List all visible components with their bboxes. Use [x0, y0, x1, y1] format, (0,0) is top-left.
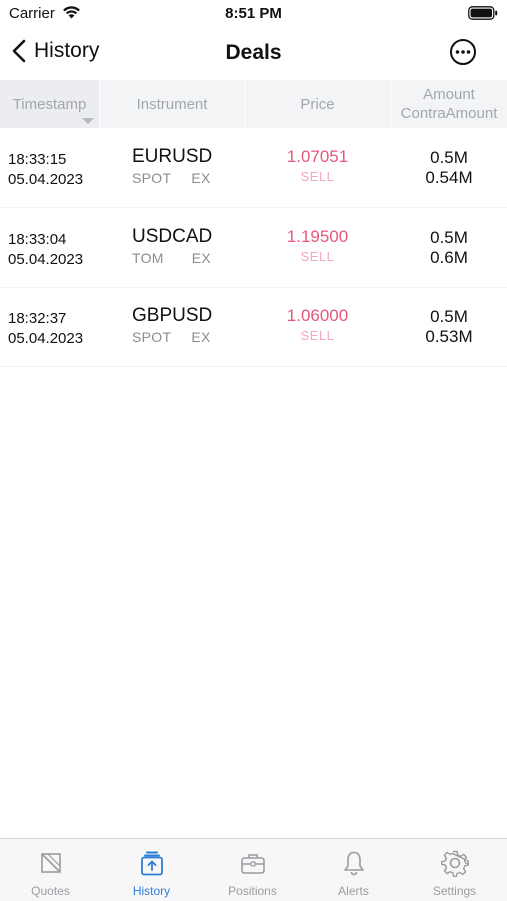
column-header-amount[interactable]: Amount ContraAmount [391, 80, 507, 128]
tab-settings[interactable]: Settings [404, 839, 505, 901]
deal-price: 1.07051 [286, 147, 349, 166]
price-cell: 1.06000 SELL [245, 306, 390, 343]
table-row[interactable]: 18:33:15 05.04.2023 EURUSD SPOT EX 1.0705… [0, 128, 507, 208]
tab-bar: Quotes History Positions Alerts Settings [0, 838, 507, 901]
deal-price: 1.19500 [286, 227, 349, 246]
instrument-venue: EX [191, 170, 211, 186]
price-cell: 1.19500 SELL [245, 227, 390, 264]
table-row[interactable]: 18:33:04 05.04.2023 USDCAD TOM EX 1.19500… [0, 208, 507, 288]
instrument-tenor: TOM [132, 250, 164, 266]
back-button-label: History [34, 39, 100, 62]
gear-icon [440, 850, 469, 877]
price-cell: 1.07051 SELL [245, 147, 390, 184]
column-header-instrument[interactable]: Instrument [100, 80, 244, 128]
tab-alerts-label: Alerts [338, 884, 369, 898]
navigation-bar: History Deals [0, 30, 507, 76]
tab-quotes-label: Quotes [31, 884, 70, 898]
deal-amount: 0.5M [430, 228, 468, 247]
tab-history[interactable]: History [101, 839, 202, 901]
column-header-price[interactable]: Price [245, 80, 390, 128]
instrument-cell: GBPUSD SPOT EX [132, 305, 212, 345]
tab-history-label: History [132, 884, 171, 898]
tab-alerts[interactable]: Alerts [303, 839, 404, 901]
table-row[interactable]: 18:32:37 05.04.2023 GBPUSD SPOT EX 1.0600… [0, 287, 507, 367]
instrument-venue: EX [191, 250, 212, 266]
deal-time: 18:33:15 [8, 151, 67, 168]
amount-cell: 0.5M 0.6M [391, 228, 507, 268]
amount-cell: 0.5M 0.54M [391, 148, 507, 188]
deal-date: 05.04.2023 [8, 251, 84, 268]
deal-side: SELL [300, 328, 335, 343]
status-bar: Carrier 8:51 PM [0, 0, 507, 28]
sort-descending-icon [82, 118, 94, 124]
tab-positions[interactable]: Positions [202, 839, 303, 901]
instrument-cell: USDCAD TOM EX [132, 226, 212, 266]
battery-icon [468, 6, 498, 20]
clock: 8:51 PM [225, 5, 282, 22]
deal-contra-amount: 0.53M [425, 327, 473, 346]
back-button[interactable]: History [12, 39, 99, 63]
instrument-symbol: GBPUSD [132, 305, 213, 326]
column-header-timestamp-label: Timestamp [12, 95, 87, 113]
deal-side: SELL [300, 169, 335, 184]
instrument-symbol: EURUSD [132, 146, 213, 167]
column-header-timestamp[interactable]: Timestamp [0, 80, 99, 128]
timestamp-cell: 18:33:04 05.04.2023 [8, 230, 83, 270]
tab-quotes[interactable]: Quotes [0, 839, 101, 901]
column-header-instrument-label: Instrument [136, 95, 208, 113]
deal-contra-amount: 0.6M [430, 248, 468, 267]
timestamp-cell: 18:33:15 05.04.2023 [8, 150, 83, 190]
column-header-amount-label: Amount [423, 86, 475, 103]
deal-time: 18:33:04 [8, 231, 67, 248]
instrument-tenor: SPOT [132, 329, 172, 345]
deal-amount: 0.5M [430, 148, 468, 167]
more-options-icon[interactable] [449, 38, 477, 66]
deal-amount: 0.5M [430, 307, 468, 326]
instrument-venue: EX [191, 329, 211, 345]
instrument-tenor: SPOT [132, 170, 172, 186]
instrument-symbol: USDCAD [132, 226, 213, 247]
column-header-price-label: Price [300, 95, 335, 113]
instrument-cell: EURUSD SPOT EX [132, 146, 212, 186]
amount-cell: 0.5M 0.53M [391, 307, 507, 347]
timestamp-cell: 18:32:37 05.04.2023 [8, 309, 83, 349]
tab-settings-label: Settings [432, 884, 477, 898]
deal-price: 1.06000 [286, 306, 349, 325]
deal-date: 05.04.2023 [8, 171, 84, 188]
column-header-contra-amount-label: ContraAmount [400, 105, 498, 122]
tab-positions-label: Positions [228, 884, 277, 898]
table-header: Timestamp Instrument Price Amount Contra… [0, 80, 507, 128]
deal-contra-amount: 0.54M [425, 168, 473, 187]
bell-icon [343, 851, 364, 876]
quotes-icon [40, 853, 61, 873]
briefcase-icon [240, 854, 265, 874]
deal-side: SELL [300, 249, 335, 264]
chevron-left-icon [12, 39, 26, 63]
deal-date: 05.04.2023 [8, 330, 84, 347]
history-icon [140, 851, 163, 876]
deal-time: 18:32:37 [8, 310, 67, 327]
